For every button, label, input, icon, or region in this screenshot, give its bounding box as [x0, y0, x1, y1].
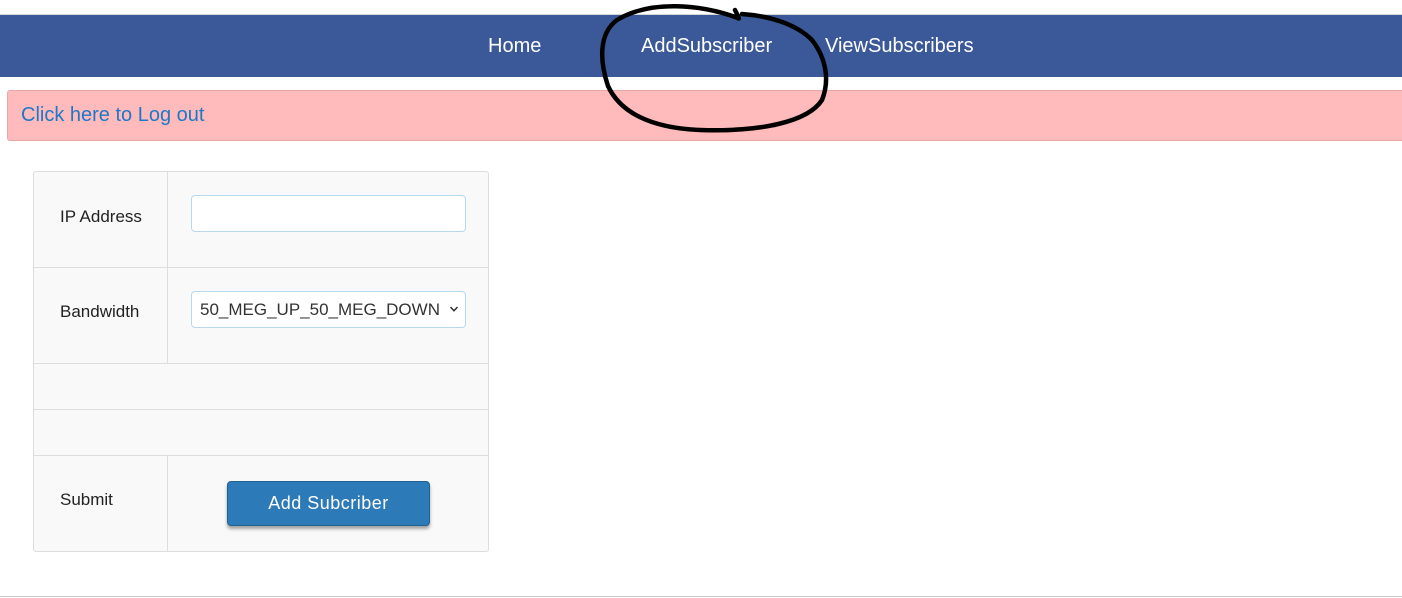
chevron-down-icon — [449, 306, 459, 312]
bandwidth-selected-value: 50_MEG_UP_50_MEG_DOWN — [200, 300, 440, 319]
label-cell: IP Address — [34, 172, 168, 267]
bottom-divider — [0, 596, 1402, 597]
nav-home-link[interactable]: Home — [488, 15, 541, 77]
ip-address-input[interactable] — [191, 195, 466, 232]
add-subscriber-button[interactable]: Add Subcriber — [227, 481, 430, 526]
add-subscriber-form: IP Address Bandwidth 50_MEG_UP_50_MEG_DO… — [33, 171, 489, 552]
label-cell: Bandwidth — [34, 268, 168, 363]
logout-alert: Click here to Log out — [7, 90, 1402, 141]
ip-address-label: IP Address — [60, 207, 142, 226]
bandwidth-select[interactable]: 50_MEG_UP_50_MEG_DOWN — [191, 291, 466, 328]
table-row: Bandwidth 50_MEG_UP_50_MEG_DOWN — [34, 268, 488, 364]
label-cell: Submit — [34, 456, 168, 551]
table-row: Submit Add Subcriber — [34, 456, 488, 551]
table-row-empty — [34, 364, 488, 410]
bandwidth-label: Bandwidth — [60, 302, 140, 321]
submit-label: Submit — [60, 490, 113, 509]
nav-add-subscriber-link[interactable]: AddSubscriber — [641, 15, 772, 77]
table-row: IP Address — [34, 172, 488, 268]
table-row-empty — [34, 410, 488, 456]
navbar: Home AddSubscriber ViewSubscribers — [0, 15, 1402, 77]
logout-link[interactable]: Click here to Log out — [21, 91, 204, 140]
nav-view-subscribers-link[interactable]: ViewSubscribers — [825, 15, 974, 77]
page: Home AddSubscriber ViewSubscribers Click… — [0, 0, 1402, 598]
